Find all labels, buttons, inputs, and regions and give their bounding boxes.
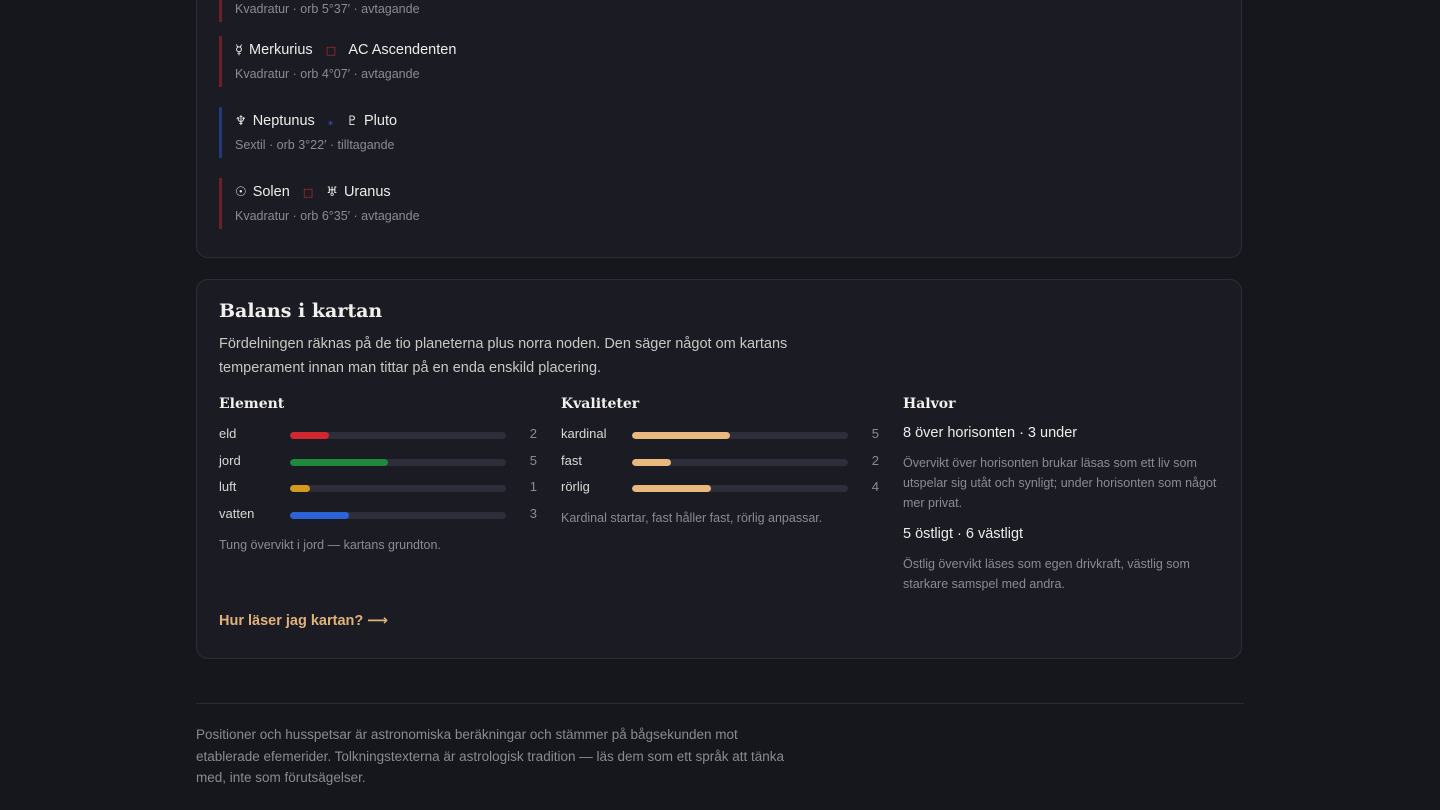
bar-track (290, 432, 506, 439)
planet-name: Pluto (364, 113, 398, 129)
square-aspect-icon: □ (325, 44, 337, 57)
qualities-heading: Kvaliteter (561, 396, 640, 412)
bar-count: 5 (529, 452, 537, 468)
bar-row-qualities: rörlig 4 (561, 476, 879, 503)
aspect-item[interactable]: ♆ Neptunus ⁎ ♇ Pluto Sextil · orb 3°22′ … (219, 107, 397, 158)
bar-row-elements: luft 1 (219, 476, 537, 503)
elements-bars: eld 2 jord 5 luft 1 vatten 3 (219, 423, 537, 530)
bar-track (290, 512, 506, 520)
bar-count: 2 (529, 426, 537, 441)
aspects-card: Kvadratur · orb 5°37′ · avtagande ☿ Merk… (196, 0, 1242, 258)
elements-heading: Element (219, 396, 285, 412)
planet-name: Merkurius (249, 42, 313, 58)
page: Kvadratur · orb 5°37′ · avtagande ☿ Merk… (0, 0, 1440, 810)
east-west-text: Östlig övervikt läses som egen drivkraft… (903, 557, 1190, 591)
bar-row-elements: jord 5 (219, 450, 537, 477)
uranus-icon: ♅ (326, 185, 338, 200)
bar-fill (290, 458, 389, 466)
bar-label: kardinal (561, 426, 607, 441)
balance-card: Balans i kartan Fördelningen räknas på d… (196, 279, 1242, 659)
aspect-item[interactable]: ☿ Merkurius □ AC Ascendenten Kvadratur ·… (219, 36, 456, 87)
aspect-meta: Kvadratur · orb 4°07′ · avtagande (235, 67, 420, 81)
east-west-summary: 5 östligt · 6 västligt (903, 526, 1024, 542)
bar-track (632, 485, 848, 493)
horizon-summary: 8 över horisonten · 3 under (903, 425, 1078, 441)
bar-row-elements: eld 2 (219, 423, 537, 450)
aspect-title: ☉ Solen □ ♅ Uranus (235, 178, 420, 203)
bar-count: 4 (871, 479, 879, 495)
footer-disclaimer: Positioner och husspetsar är astronomisk… (196, 727, 785, 785)
bar-label: jord (219, 452, 241, 468)
bar-count: 5 (871, 426, 879, 441)
aspect-meta: Kvadratur · orb 6°35′ · avtagande (235, 209, 420, 223)
qualities-column: Kvaliteter kardinal 5 fast 2 rörlig 4 Kardina… (561, 395, 879, 527)
how-to-read-chart-link[interactable]: Hur läser jag kartan? ⟶ (219, 613, 388, 629)
neptune-icon: ♆ (235, 114, 247, 129)
bar-track (290, 458, 506, 466)
elements-note: Tung övervikt i jord — kartans grundton. (219, 537, 441, 552)
planet-name: Neptunus (252, 113, 315, 129)
halves-heading: Halvor (903, 396, 956, 412)
qualities-bars: kardinal 5 fast 2 rörlig 4 (561, 423, 879, 503)
mercury-icon: ☿ (235, 43, 243, 58)
bar-track (290, 485, 506, 493)
bar-fill (290, 512, 349, 520)
horizon-text: Övervikt över horisonten brukar läsas so… (903, 456, 1217, 510)
aspect-item[interactable]: ☉ Solen □ ♅ Uranus Kvadratur · orb 6°35′… (219, 178, 420, 229)
aspect-item[interactable]: Kvadratur · orb 5°37′ · avtagande (219, 0, 420, 22)
planet-name: Uranus (343, 184, 391, 200)
aspect-meta: Kvadratur · orb 5°37′ · avtagande (235, 2, 420, 16)
bar-label: eld (219, 426, 237, 441)
bar-count: 1 (529, 479, 537, 495)
aspect-meta: Sextil · orb 3°22′ · tilltagande (235, 138, 395, 152)
bar-row-qualities: kardinal 5 (561, 423, 879, 450)
bar-label: rörlig (561, 479, 590, 495)
pluto-icon: ♇ (346, 114, 358, 129)
bar-fill (290, 432, 330, 439)
bar-row-elements: vatten 3 (219, 503, 537, 530)
sextile-aspect-icon: ⁎ (327, 115, 334, 128)
qualities-note: Kardinal startar, fast håller fast, rörl… (561, 511, 823, 526)
aspect-title: ♆ Neptunus ⁎ ♇ Pluto (235, 107, 397, 132)
bar-label: luft (219, 479, 237, 495)
square-aspect-icon: □ (302, 186, 314, 199)
bar-fill (632, 485, 711, 493)
aspect-title: ☿ Merkurius □ AC Ascendenten (235, 36, 456, 61)
bar-fill (632, 432, 731, 439)
halves-column: Halvor 8 över horisonten · 3 under Överv… (903, 395, 1221, 594)
bar-count: 2 (871, 452, 879, 468)
sun-icon: ☉ (235, 185, 247, 200)
point-name: Ascendenten (371, 42, 457, 58)
bar-label: vatten (219, 506, 255, 522)
bar-fill (632, 458, 672, 466)
balance-intro: Fördelningen räknas på de tio planeterna… (219, 336, 788, 376)
bar-track (632, 458, 848, 466)
bar-count: 3 (529, 506, 537, 522)
point-symbol: AC (348, 42, 369, 58)
planet-name: Solen (252, 184, 290, 200)
footer-divider (196, 703, 1244, 704)
bar-row-qualities: fast 2 (561, 450, 879, 477)
bar-fill (290, 485, 310, 493)
bar-label: fast (561, 452, 582, 468)
elements-column: Element eld 2 jord 5 luft 1 vatten 3 Tung överv… (219, 395, 537, 554)
bar-track (632, 432, 848, 439)
balance-title: Balans i kartan (219, 300, 383, 322)
